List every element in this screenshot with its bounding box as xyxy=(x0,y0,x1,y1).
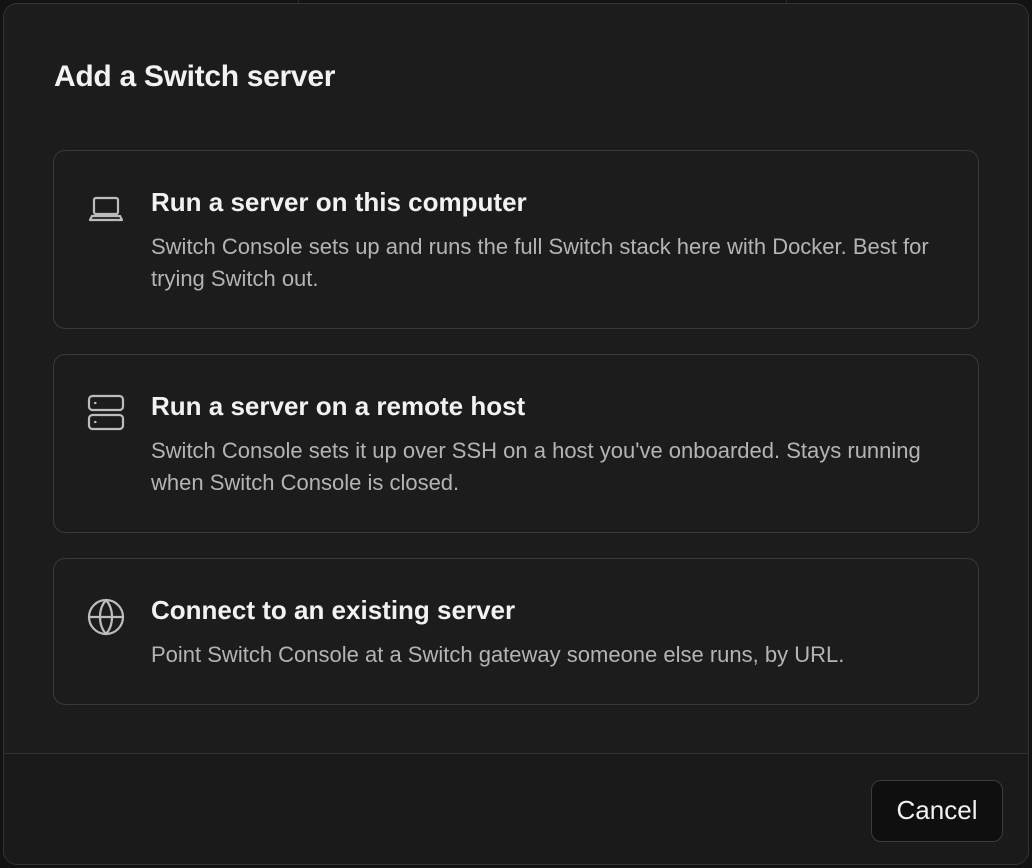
cancel-button[interactable]: Cancel xyxy=(871,780,1003,842)
dialog-title: Add a Switch server xyxy=(54,60,336,93)
option-description: Switch Console sets it up over SSH on a … xyxy=(151,438,921,495)
option-run-local[interactable]: Run a server on this computer Switch Con… xyxy=(53,150,979,329)
option-title: Run a server on a remote host xyxy=(151,391,526,421)
option-description: Point Switch Console at a Switch gateway… xyxy=(151,642,845,667)
option-title: Connect to an existing server xyxy=(151,595,516,625)
add-server-dialog: Add a Switch server Run a server on this… xyxy=(3,3,1029,865)
server-icon xyxy=(86,393,126,433)
option-title: Run a server on this computer xyxy=(151,187,527,217)
option-description: Switch Console sets up and runs the full… xyxy=(151,234,929,291)
option-connect-existing[interactable]: Connect to an existing server Point Swit… xyxy=(53,558,979,705)
globe-icon xyxy=(86,597,126,637)
dialog-footer: Cancel xyxy=(4,753,1028,864)
option-run-remote[interactable]: Run a server on a remote host Switch Con… xyxy=(53,354,979,533)
laptop-icon xyxy=(86,189,126,229)
